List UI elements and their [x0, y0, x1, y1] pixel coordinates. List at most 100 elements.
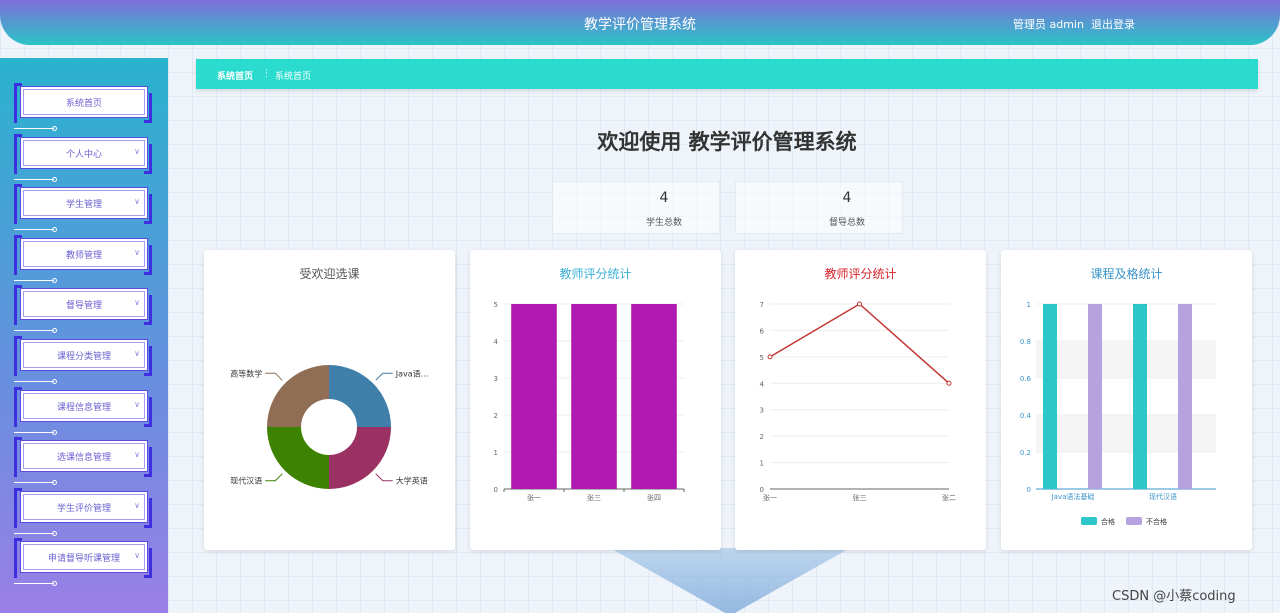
y-tick-label: 0.2	[1020, 449, 1031, 457]
sidebar-item-label: 选课信息管理	[56, 453, 111, 464]
bar-chart: 0 1 2 3 4 5 张一 张三 张四	[494, 301, 685, 502]
decor-line	[14, 178, 54, 180]
chevron-down-icon: ∨	[134, 298, 140, 308]
decor-dot	[52, 429, 57, 435]
chevron-down-icon: ∨	[134, 247, 140, 257]
x-tick-label: 张三	[853, 493, 867, 502]
sidebar-item-label: 课程信息管理	[56, 402, 111, 413]
sidebar-item-4[interactable]: 督导管理 ∨	[14, 285, 152, 334]
legend-label: 不合格	[1146, 517, 1167, 526]
x-tick-label: Java语法基础	[1051, 492, 1095, 501]
data-point	[946, 380, 952, 386]
breadcrumb-current: 系统首页	[275, 72, 312, 82]
sidebar-item-8[interactable]: 学生评价管理 ∨	[14, 487, 152, 536]
decor-line	[14, 431, 54, 433]
chevron-down-icon: ∨	[134, 146, 140, 156]
sidebar-item-1[interactable]: 个人中心 ∨	[14, 133, 152, 182]
x-tick-label: 张一	[763, 493, 777, 502]
chart-title: 受欢迎选课	[299, 267, 360, 281]
decor-dot	[52, 176, 57, 182]
y-tick-label: 0.4	[1020, 412, 1032, 420]
y-tick-label: 0.6	[1020, 375, 1032, 383]
y-tick-label: 5	[760, 354, 764, 362]
sidebar-item-7[interactable]: 选课信息管理 ∨	[14, 437, 152, 486]
sidebar-item-label: 学生管理	[65, 200, 102, 211]
y-tick-label: 7	[760, 301, 764, 309]
bar	[1088, 304, 1102, 489]
x-tick-label: 现代汉语	[1149, 492, 1177, 501]
pie-label-line	[265, 473, 283, 482]
pie-label: 现代汉语	[230, 476, 262, 486]
sidebar-item-6[interactable]: 课程信息管理 ∨	[14, 386, 152, 435]
sidebar-item-label: 督导管理	[65, 301, 102, 312]
chevron-down-icon: ∨	[134, 500, 140, 510]
bar	[1043, 304, 1057, 489]
decor-dot	[52, 277, 57, 283]
decor-line	[14, 330, 54, 332]
breadcrumb-separator: ⋮	[262, 69, 271, 79]
y-tick-label: 3	[494, 375, 498, 383]
decor-line	[14, 482, 54, 484]
decor-dot	[52, 379, 57, 384]
decor-line	[14, 128, 54, 129]
sidebar-item-label: 教师管理	[65, 250, 102, 261]
line-chart: 0 1 2 3 4 5 6 7 张一 张三 张二	[760, 301, 956, 502]
bar	[1133, 304, 1147, 489]
decor-dot	[52, 581, 57, 587]
sidebar-item-label: 申请督导听课管理	[47, 554, 120, 565]
pie-label: 高等数学	[230, 368, 262, 378]
decor-line	[14, 532, 54, 534]
pie-label-line	[265, 372, 283, 381]
x-tick-label: 张三	[587, 493, 601, 502]
x-tick-label: 张一	[527, 493, 541, 502]
legend-swatch	[1126, 517, 1142, 525]
chart-card-teacher-bar: 0 1 2 3 4 5 张一 张三 张四 教师评分统计	[470, 250, 721, 550]
sidebar-item-9[interactable]: 申请督导听课管理 ∨	[14, 538, 152, 587]
breadcrumb-home-link[interactable]: 系统首页	[217, 69, 253, 82]
pie-chart: Java语... 大学英语 现代汉语 高等数学	[230, 365, 429, 489]
sidebar-item-label: 个人中心	[65, 149, 102, 160]
current-user-label: 管理员 admin	[1013, 18, 1084, 31]
app-title: 教学评价管理系统	[584, 17, 696, 33]
bar	[511, 304, 557, 489]
logout-link[interactable]: 退出登录	[1091, 16, 1135, 32]
y-tick-label: 4	[494, 338, 499, 346]
chevron-down-icon: ∨	[134, 399, 140, 409]
y-tick-label: 1	[1027, 301, 1031, 309]
chevron-down-icon: ∨	[134, 450, 140, 460]
sidebar-item-5[interactable]: 课程分类管理 ∨	[14, 336, 152, 384]
decor-line	[14, 583, 54, 585]
top-header: 教学评价管理系统 管理员 admin 退出登录	[0, 0, 1280, 45]
decor-dot	[52, 328, 57, 334]
pie-label-line	[375, 473, 393, 482]
pie-label: Java语...	[395, 368, 429, 378]
legend-swatch	[1081, 517, 1097, 525]
sidebar-item-0[interactable]: 系统首页	[14, 83, 152, 131]
y-tick-label: 2	[494, 412, 498, 420]
chart-card-popular-courses: Java语... 大学英语 现代汉语 高等数学 受欢迎选课	[204, 250, 455, 550]
sidebar-item-label: 学生评价管理	[56, 503, 111, 514]
stat-card-supervisors: 4 督导总数	[735, 181, 903, 234]
y-tick-label: 0	[494, 486, 498, 494]
decor-line	[14, 381, 54, 382]
pie-label: 大学英语	[396, 476, 428, 486]
watermark: CSDN @小蔡coding	[1112, 589, 1236, 604]
decor-dot	[52, 530, 57, 536]
chevron-down-icon: ∨	[134, 197, 140, 207]
sidebar-item-3[interactable]: 教师管理 ∨	[14, 234, 152, 283]
sidebar-item-label: 系统首页	[65, 99, 102, 109]
chart-card-pass-rate: 0 0.2 0.4 0.6 0.8 1 Java语法基础 现代汉语 合格 不合格 课程及格统计	[1001, 250, 1252, 550]
stat-value: 4	[842, 190, 852, 206]
grouped-bar-chart: 0 0.2 0.4 0.6 0.8 1 Java语法基础 现代汉语合格 不合格	[1020, 301, 1216, 526]
bar	[1178, 304, 1192, 489]
bar	[631, 304, 677, 489]
sidebar-item-2[interactable]: 学生管理 ∨	[14, 184, 152, 233]
stat-label: 学生总数	[645, 218, 682, 228]
decor-line	[14, 229, 54, 231]
decor-dot	[52, 227, 57, 233]
data-point	[857, 301, 862, 307]
x-tick-label: 张四	[647, 493, 661, 502]
chart-title: 教师评分统计	[824, 267, 897, 281]
decor-line	[14, 279, 54, 281]
welcome-heading: 欢迎使用 教学评价管理系统	[597, 130, 857, 154]
